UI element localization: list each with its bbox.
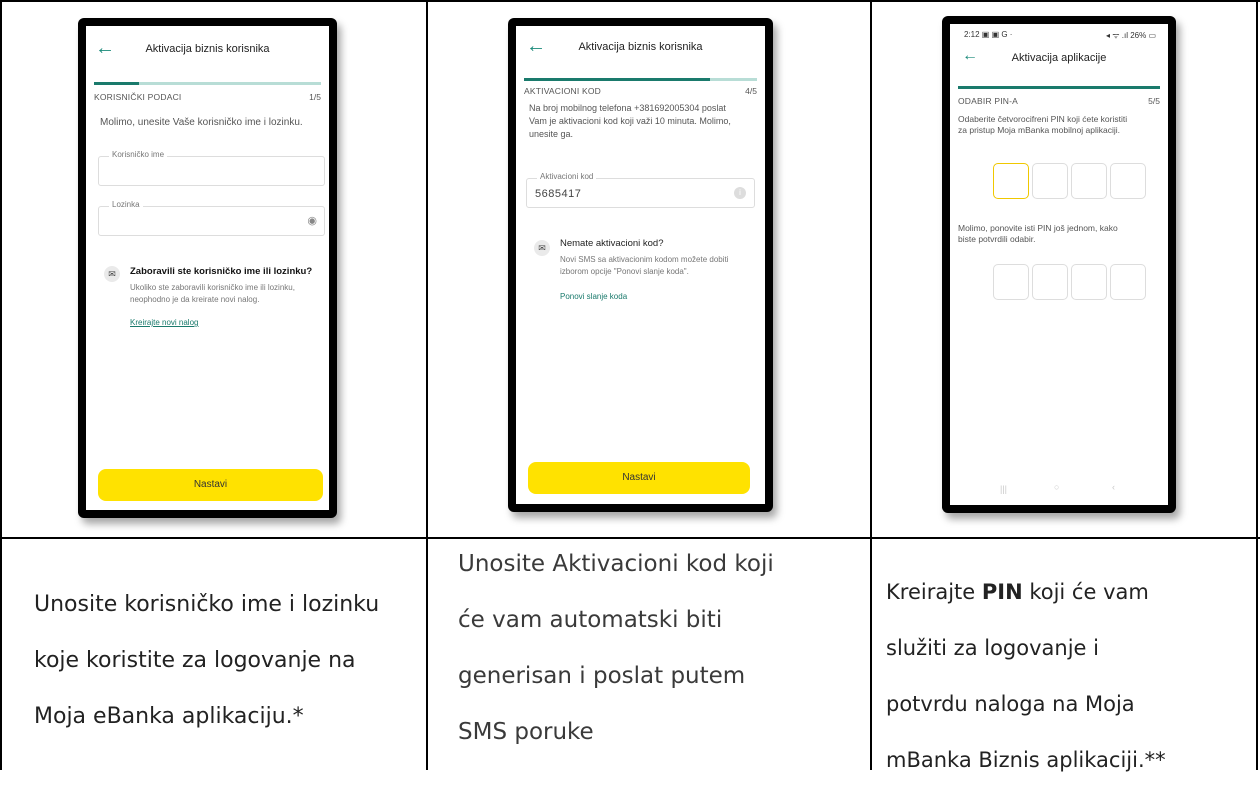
caption-line: Kreirajte PIN koji će vam	[886, 580, 1149, 604]
caption-line: Moja eBanka aplikaciju.*	[34, 704, 304, 729]
repeat-line2: biste potvrdili odabir.	[958, 234, 1036, 244]
instruction-line2: za pristup Moja mBanka mobilnoj aplikaci…	[958, 125, 1121, 135]
phone-screenshot-activation-code: ← Aktivacija biznis korisnika AKTIVACION…	[508, 18, 773, 512]
confirm-pin-digit-3[interactable]	[1071, 264, 1107, 300]
progress-fill	[524, 78, 711, 81]
eye-icon[interactable]: ◉	[307, 214, 317, 227]
help-text-line2: izborom opcije "Ponovi slanje koda".	[560, 267, 689, 276]
progress-bar	[94, 82, 321, 85]
caption-line: koje koristite za logovanje na	[34, 648, 356, 673]
confirm-pin-digit-4[interactable]	[1110, 264, 1146, 300]
instruction-table: ← Aktivacija biznis korisnika KORISNIČKI…	[0, 0, 1260, 772]
app-header: ← Aktivacija biznis korisnika	[516, 26, 765, 70]
help-text-line2: neophodno je da kreirate novi nalog.	[130, 295, 260, 304]
pin-digit-2[interactable]	[1032, 163, 1068, 199]
confirm-pin-digit-1[interactable]	[993, 264, 1029, 300]
resend-code-link[interactable]: Ponovi slanje koda	[560, 292, 627, 301]
caption-line: Unosite korisničko ime i lozinku	[34, 592, 380, 617]
screen-title: Aktivacija aplikacije	[1011, 52, 1107, 64]
step-label: KORISNIČKI PODACI	[94, 92, 182, 102]
instruction-line3: unesite ga.	[529, 129, 574, 139]
back-nav-icon[interactable]: ‹	[1112, 482, 1115, 492]
screen-title: Aktivacija biznis korisnika	[145, 43, 270, 55]
continue-button[interactable]: Nastavi	[528, 462, 750, 494]
caption-line: mBanka Biznis aplikaciji.**	[886, 748, 1166, 772]
phone-screen: ← Aktivacija biznis korisnika KORISNIČKI…	[86, 26, 329, 510]
table-col-divider-2	[870, 0, 872, 770]
progress-bar	[958, 86, 1160, 89]
recent-apps-icon[interactable]: |||	[1000, 484, 1007, 494]
help-title: Nemate aktivacioni kod?	[560, 238, 664, 249]
screen-title: Aktivacija biznis korisnika	[578, 41, 703, 53]
table-border-left	[0, 0, 2, 770]
activation-code-field[interactable]: Aktivacioni kod 5685417 i	[526, 172, 755, 208]
caption-line: služiti za logovanje i	[886, 636, 1099, 660]
help-text-line1: Ukoliko ste zaboravili korisničko ime il…	[130, 283, 295, 292]
status-battery: ◂ ᯤ .ıl 26% ▭	[1105, 31, 1156, 40]
password-field[interactable]: Lozinka ◉	[98, 200, 325, 236]
phone-screen: ← Aktivacija biznis korisnika AKTIVACION…	[516, 26, 765, 504]
table-col-divider-1	[426, 0, 428, 770]
caption-step-3: Kreirajte PIN koji će vam služiti za log…	[886, 564, 1166, 788]
caption-line: će vam automatski biti	[458, 607, 723, 633]
caption-step-1: Unosite korisničko ime i lozinku koje ko…	[34, 577, 379, 745]
help-text-line1: Novi SMS sa aktivacionim kodom možete do…	[560, 255, 729, 264]
instruction-text: Molimo, unesite Vaše korisničko ime i lo…	[100, 117, 303, 128]
step-counter: 4/5	[745, 86, 757, 96]
progress-fill	[958, 86, 1160, 89]
pin-digit-4[interactable]	[1110, 163, 1146, 199]
message-icon: ✉	[534, 240, 550, 256]
table-border-right	[1256, 0, 1258, 770]
step-counter: 1/5	[309, 92, 321, 102]
help-title: Zaboravili ste korisničko ime ili lozink…	[130, 266, 313, 277]
caption-line: generisan i poslat putem	[458, 663, 746, 689]
instruction-line2: Vam je aktivacioni kod koji važi 10 minu…	[529, 116, 731, 126]
table-border-top	[0, 0, 1260, 2]
step-counter: 5/5	[1148, 96, 1160, 106]
continue-button[interactable]: Nastavi	[98, 469, 323, 501]
progress-bar	[524, 78, 757, 81]
step-label: ODABIR PIN-A	[958, 96, 1019, 106]
progress-fill	[94, 82, 140, 85]
phone-screenshot-login: ← Aktivacija biznis korisnika KORISNIČKI…	[78, 18, 337, 518]
caption-line: potvrdu naloga na Moja	[886, 692, 1135, 716]
confirm-pin-digit-2[interactable]	[1032, 264, 1068, 300]
caption-step-2: Unosite Aktivacioni kod koji će vam auto…	[458, 536, 774, 760]
info-icon[interactable]: i	[734, 187, 746, 199]
create-account-link[interactable]: Kreirajte novi nalog	[130, 318, 198, 327]
home-icon[interactable]: ○	[1054, 482, 1059, 492]
caption-line: SMS poruke	[458, 719, 594, 745]
activation-code-value: 5685417	[535, 188, 582, 200]
phone-screenshot-pin: 2:12 ▣ ▣ G · ◂ ᯤ .ıl 26% ▭ ← Aktivacija …	[942, 16, 1176, 513]
app-header: ← Aktivacija biznis korisnika	[86, 26, 329, 70]
step-label: AKTIVACIONI KOD	[524, 86, 601, 96]
message-icon: ✉	[104, 266, 120, 282]
repeat-line1: Molimo, ponovite isti PIN još jednom, ka…	[958, 223, 1118, 233]
instruction-line1: Na broj mobilnog telefona +381692005304 …	[529, 103, 726, 113]
status-time: 2:12 ▣ ▣ G ·	[964, 30, 1013, 39]
username-label: Korisničko ime	[109, 150, 168, 159]
username-field[interactable]: Korisničko ime	[98, 150, 325, 186]
caption-line: Unosite Aktivacioni kod koji	[458, 551, 774, 577]
pin-digit-3[interactable]	[1071, 163, 1107, 199]
pin-digit-1[interactable]	[993, 163, 1029, 199]
phone-screen: 2:12 ▣ ▣ G · ◂ ᯤ .ıl 26% ▭ ← Aktivacija …	[950, 24, 1168, 505]
activation-code-label: Aktivacioni kod	[537, 172, 597, 181]
instruction-line1: Odaberite četvorocifreni PIN koji ćete k…	[958, 114, 1128, 124]
password-label: Lozinka	[109, 200, 143, 209]
